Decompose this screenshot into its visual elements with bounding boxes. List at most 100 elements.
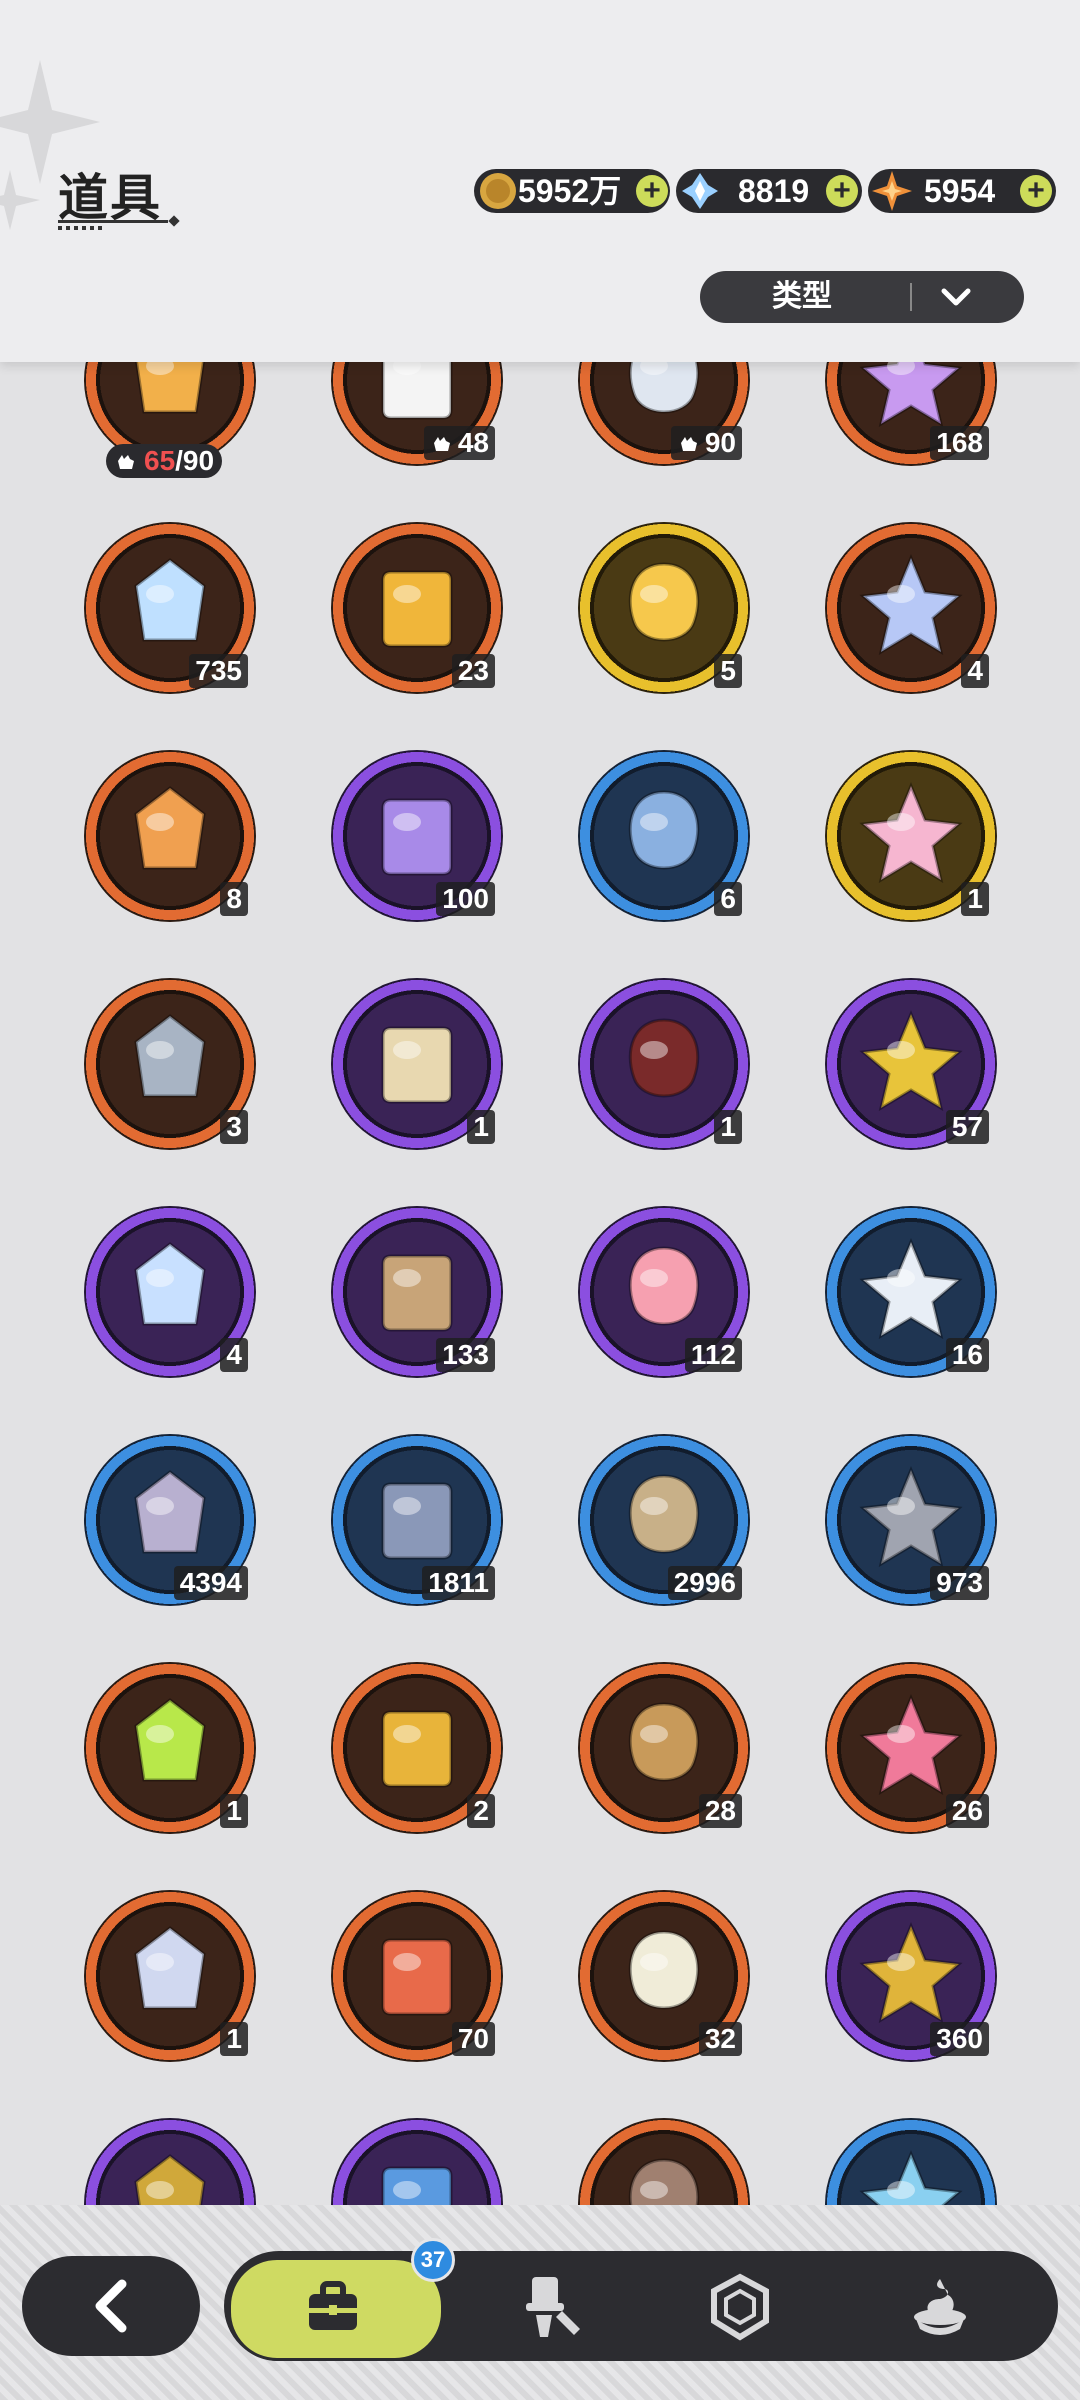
type-filter-divider	[910, 283, 912, 311]
inventory-item[interactable]: 735	[84, 522, 256, 694]
hand-icon	[118, 455, 134, 469]
inventory-item[interactable]: 28	[578, 1662, 750, 1834]
inventory-item[interactable]: 4	[84, 1206, 256, 1378]
inventory-item[interactable]: 112	[578, 1206, 750, 1378]
item-quantity: 112	[684, 1338, 742, 1372]
item-quantity: 32	[698, 2022, 742, 2056]
fist-coin-icon	[628, 2158, 700, 2205]
green-potion-icon	[134, 1698, 206, 1782]
hand-icon	[680, 437, 697, 451]
hand-icon	[433, 437, 450, 451]
inventory-item[interactable]: 23	[331, 522, 503, 694]
blue-shield-icon	[859, 2150, 963, 2205]
item-quantity: 735	[189, 654, 248, 688]
item-quantity: 1	[961, 882, 989, 916]
inventory-item[interactable]: 26	[825, 1662, 997, 1834]
item-quantity: 2	[467, 1794, 495, 1828]
item-quantity: 133	[436, 1338, 495, 1372]
item-quantity: 1811	[422, 1566, 495, 1600]
item-quantity: 6	[714, 882, 742, 916]
rainbow-character-card-icon	[859, 554, 963, 656]
gem-icon	[711, 2273, 769, 2341]
title-underline	[58, 220, 168, 223]
inventory-item[interactable]	[84, 2118, 256, 2205]
inventory-item[interactable]: 32	[578, 1890, 750, 2062]
inventory-item[interactable]: 8	[84, 750, 256, 922]
item-quantity: 4	[220, 1338, 248, 1372]
gold-token-icon	[134, 2154, 206, 2205]
golden-key-icon	[381, 1710, 453, 1788]
inventory-item[interactable]	[331, 2118, 503, 2205]
inventory-item[interactable]: 100	[331, 750, 503, 922]
item-quantity: 2996	[667, 1566, 742, 1600]
item-quantity: 5	[714, 654, 742, 688]
item-quantity: 90	[670, 426, 742, 460]
item-quantity: 23	[451, 654, 495, 688]
bottom-bar: 37	[0, 2205, 1080, 2400]
inventory-item[interactable]: 133	[331, 1206, 503, 1378]
fragment-quantity: 65/90	[106, 444, 223, 478]
inventory-item[interactable]: 360	[825, 1890, 997, 2062]
item-quantity: 1	[220, 1794, 248, 1828]
tab-items[interactable]: 37	[228, 2238, 455, 2361]
add-star-button[interactable]: +	[1020, 175, 1052, 207]
inventory-item[interactable]: 57	[825, 978, 997, 1150]
crystal-value: 8819	[738, 173, 810, 209]
back-button[interactable]	[22, 2256, 200, 2356]
header: 道具 5952万 + 8819 + 5954 + 类型	[0, 0, 1080, 362]
inventory-item[interactable]: 3	[84, 978, 256, 1150]
inventory-item[interactable]	[578, 2118, 750, 2205]
item-quantity: 70	[451, 2022, 495, 2056]
item-quantity: 48	[423, 426, 495, 460]
tab-outfit[interactable]	[474, 2251, 624, 2361]
item-quantity: 8	[220, 882, 248, 916]
crystal-icon	[682, 173, 718, 209]
fragment-current: 65	[144, 445, 176, 476]
item-quantity: 360	[930, 2022, 989, 2056]
star-currency: 5954 +	[868, 169, 1056, 213]
horns-headband-icon	[381, 1026, 453, 1104]
item-quantity: 3	[220, 1110, 248, 1144]
bottom-navbar: 37	[224, 2238, 1058, 2361]
add-crystal-button[interactable]: +	[826, 175, 858, 207]
inventory-item[interactable]: 4	[825, 522, 997, 694]
add-gold-button[interactable]: +	[636, 175, 668, 207]
tab-dessert[interactable]	[864, 2251, 1014, 2361]
birthday-cake-icon	[859, 782, 963, 884]
inventory-item[interactable]	[825, 2118, 997, 2205]
item-quantity: 16	[945, 1338, 989, 1372]
item-quantity: 57	[945, 1110, 989, 1144]
item-quantity: 1	[714, 1110, 742, 1144]
gift-box-icon	[628, 1018, 700, 1098]
inventory-item[interactable]: 1	[84, 1662, 256, 1834]
tab-gem[interactable]	[664, 2251, 814, 2361]
inventory-item[interactable]: 2996	[578, 1434, 750, 1606]
item-quantity: 26	[945, 1794, 989, 1828]
inventory-item[interactable]: 1	[84, 1890, 256, 2062]
dessert-icon	[914, 2279, 966, 2335]
title-dots	[58, 226, 104, 230]
inventory-item[interactable]: 1811	[331, 1434, 503, 1606]
shirt-coin-icon	[134, 1926, 206, 2010]
blue-orb-icon	[381, 2166, 453, 2205]
item-quantity: 4	[961, 654, 989, 688]
type-filter-dropdown[interactable]: 类型	[700, 271, 1024, 323]
inventory-item[interactable]: 973	[825, 1434, 997, 1606]
item-quantity: 1	[467, 1110, 495, 1144]
inventory-item[interactable]: 1	[825, 750, 997, 922]
gold-currency: 5952万 +	[474, 169, 670, 213]
item-quantity: 168	[930, 426, 989, 460]
inventory-item[interactable]: 2	[331, 1662, 503, 1834]
inventory-item[interactable]: 4394	[84, 1434, 256, 1606]
item-quantity: 100	[436, 882, 495, 916]
inventory-item[interactable]: 1	[578, 978, 750, 1150]
type-filter-label: 类型	[772, 280, 832, 313]
inventory-item[interactable]: 6	[578, 750, 750, 922]
inventory-item[interactable]: 16	[825, 1206, 997, 1378]
item-quantity: 28	[698, 1794, 742, 1828]
inventory-item[interactable]: 5	[578, 522, 750, 694]
item-quantity: 1	[220, 2022, 248, 2056]
inventory-item[interactable]: 70	[331, 1890, 503, 2062]
inventory-item[interactable]: 1	[331, 978, 503, 1150]
refresh-card-icon	[134, 1014, 206, 1098]
